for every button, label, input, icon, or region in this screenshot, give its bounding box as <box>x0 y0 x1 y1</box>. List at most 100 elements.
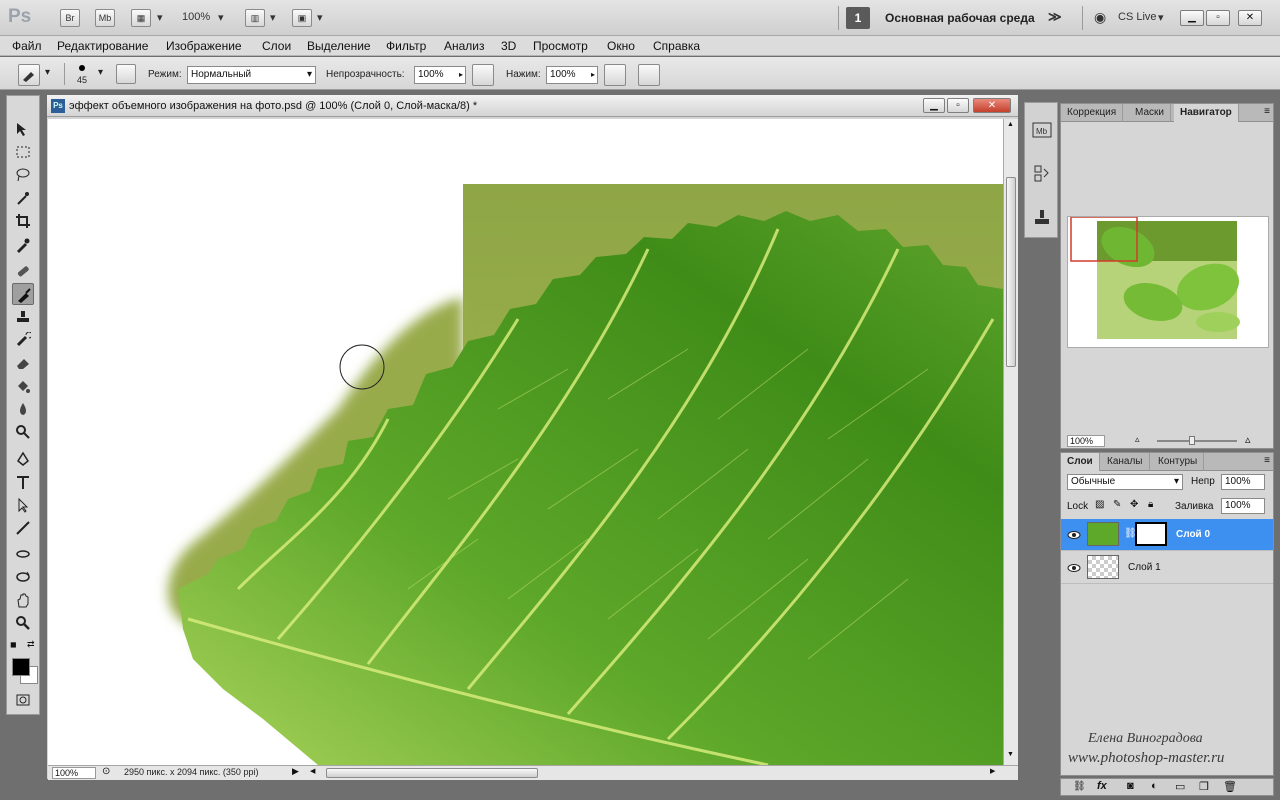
menu-select[interactable]: Выделение <box>307 39 371 53</box>
airbrush-toggle[interactable] <box>604 64 626 86</box>
workspace-name[interactable]: Основная рабочая среда <box>885 11 1035 25</box>
horizontal-scroll-thumb[interactable] <box>326 768 538 778</box>
navigator-zoom-slider[interactable] <box>1157 440 1237 442</box>
zoom-out-icon[interactable]: ▵ <box>1135 434 1140 445</box>
lock-position-icon[interactable]: ✥ <box>1130 499 1138 510</box>
status-zoom-field[interactable]: 100% <box>52 767 96 779</box>
scroll-down-icon[interactable]: ▼ <box>1007 751 1014 758</box>
lock-pixels-icon[interactable]: ✎ <box>1113 499 1121 510</box>
scroll-left-icon[interactable]: ◀ <box>310 767 315 775</box>
layer-row-layer1[interactable]: Слой 1 <box>1061 552 1273 584</box>
workspace-more-icon[interactable]: ≫ <box>1048 9 1062 25</box>
vertical-scrollbar[interactable]: ▲ ▼ <box>1003 119 1018 765</box>
arrange-documents-button[interactable]: ▥ <box>245 9 265 27</box>
menu-view[interactable]: Просмотр <box>533 39 588 53</box>
tab-navigator[interactable]: Навигатор <box>1174 104 1239 122</box>
brush-tip-icon[interactable] <box>79 65 85 71</box>
layer-mask-thumbnail[interactable] <box>1135 522 1167 546</box>
new-group-icon[interactable]: ▭ <box>1175 780 1185 793</box>
tab-masks[interactable]: Маски <box>1129 104 1171 122</box>
doc-minimize-button[interactable]: ▁ <box>923 98 945 113</box>
panel-menu-icon[interactable]: ≡ <box>1264 106 1270 117</box>
opacity-field[interactable]: 100% ▸ <box>414 66 466 84</box>
eye-icon[interactable] <box>1067 528 1081 542</box>
tool-preset-picker[interactable] <box>18 64 40 86</box>
scroll-up-icon[interactable]: ▲ <box>1007 121 1014 128</box>
history-brush-tool[interactable] <box>12 329 34 351</box>
tab-channels[interactable]: Каналы <box>1101 453 1150 471</box>
mini-bridge-panel-icon[interactable]: Mb <box>1031 119 1053 141</box>
layer-row-layer0[interactable]: ⛓ Слой 0 <box>1061 519 1273 551</box>
opacity-slider-arrow-icon[interactable]: ▸ <box>459 67 463 83</box>
link-layers-icon[interactable]: ⛓ <box>1073 781 1086 792</box>
fill-field[interactable]: 100% <box>1221 498 1265 514</box>
tab-layers[interactable]: Слои <box>1061 453 1100 471</box>
panel-menu-icon[interactable]: ≡ <box>1264 455 1270 466</box>
history-panel-icon[interactable] <box>1031 163 1053 185</box>
view-extras-button[interactable]: ▦ <box>131 9 151 27</box>
line-tool[interactable] <box>12 517 34 539</box>
brush-panel-toggle[interactable] <box>116 64 136 84</box>
zoom-dropdown-icon[interactable]: ▾ <box>218 11 224 24</box>
menu-edit[interactable]: Редактирование <box>57 39 148 53</box>
hand-tool[interactable] <box>12 589 34 611</box>
clone-source-panel-icon[interactable] <box>1031 207 1053 229</box>
zoom-tool[interactable] <box>12 612 34 634</box>
foreground-color-swatch[interactable] <box>12 658 30 676</box>
menu-layers[interactable]: Слои <box>262 39 291 53</box>
navigator-zoom-field[interactable]: 100% <box>1067 435 1105 447</box>
zoom-level[interactable]: 100% <box>182 11 210 23</box>
pen-tool[interactable] <box>12 448 34 470</box>
tab-paths[interactable]: Контуры <box>1152 453 1205 471</box>
eyedropper-tool[interactable] <box>12 234 34 256</box>
layer-style-icon[interactable]: fx <box>1097 780 1107 792</box>
move-tool[interactable] <box>12 118 34 140</box>
lock-transparency-icon[interactable]: ▨ <box>1095 499 1104 510</box>
pressure-size-toggle[interactable] <box>638 64 660 86</box>
arrange-dropdown-icon[interactable]: ▾ <box>270 11 276 24</box>
maximize-button[interactable]: ▫ <box>1206 10 1230 26</box>
lasso-tool[interactable] <box>12 164 34 186</box>
cs-live-dropdown-icon[interactable]: ▾ <box>1158 11 1164 24</box>
cs-live-button[interactable]: CS Live <box>1118 11 1157 23</box>
dodge-tool[interactable] <box>12 421 34 443</box>
status-info-icon[interactable]: ⊙ <box>102 766 110 777</box>
clone-stamp-tool[interactable] <box>12 306 34 328</box>
menu-file[interactable]: Файл <box>12 39 42 53</box>
paint-bucket-tool[interactable] <box>12 375 34 397</box>
path-selection-tool[interactable] <box>12 494 34 516</box>
scroll-right-icon[interactable]: ▶ <box>990 767 995 775</box>
image-canvas[interactable] <box>48 119 1003 765</box>
quick-selection-tool[interactable] <box>12 187 34 209</box>
layer-opacity-field[interactable]: 100% <box>1221 474 1265 490</box>
menu-3d[interactable]: 3D <box>501 39 516 53</box>
new-layer-icon[interactable]: ❐ <box>1199 780 1209 793</box>
blend-mode-select[interactable]: Обычные ▾ <box>1067 474 1183 490</box>
flow-slider-arrow-icon[interactable]: ▸ <box>591 67 595 83</box>
flow-field[interactable]: 100% ▸ <box>546 66 598 84</box>
brush-tool[interactable] <box>12 283 34 305</box>
document-title-bar[interactable]: Ps эффект объемного изображения на фото.… <box>47 95 1018 117</box>
zoom-in-icon[interactable]: ▵ <box>1245 433 1251 446</box>
tab-adjustments[interactable]: Коррекция <box>1061 104 1124 122</box>
workspace-number[interactable]: 1 <box>846 7 870 29</box>
mode-select[interactable]: Нормальный ▾ <box>187 66 316 84</box>
adjustment-layer-icon[interactable]: ◐ <box>1151 780 1158 792</box>
navigator-zoom-handle[interactable] <box>1189 436 1195 445</box>
bridge-button[interactable]: Br <box>60 9 80 27</box>
minimize-button[interactable]: ▁ <box>1180 10 1204 26</box>
quick-mask-toggle[interactable] <box>12 689 34 711</box>
blur-tool[interactable] <box>12 398 34 420</box>
marquee-tool[interactable] <box>12 141 34 163</box>
menu-help[interactable]: Справка <box>653 39 700 53</box>
view-extras-arrow-icon[interactable]: ▾ <box>157 11 163 24</box>
vertical-scroll-thumb[interactable] <box>1006 177 1016 367</box>
default-colors-icon[interactable]: ◼ <box>10 640 17 649</box>
brush-picker-arrow-icon[interactable]: ▾ <box>98 67 103 78</box>
cs-live-icon[interactable]: ◉ <box>1094 9 1106 26</box>
3d-orbit-tool[interactable] <box>12 566 34 588</box>
eraser-tool[interactable] <box>12 352 34 374</box>
pressure-opacity-toggle[interactable] <box>472 64 494 86</box>
screen-mode-button[interactable]: ▣ <box>292 9 312 27</box>
doc-maximize-button[interactable]: ▫ <box>947 98 969 113</box>
